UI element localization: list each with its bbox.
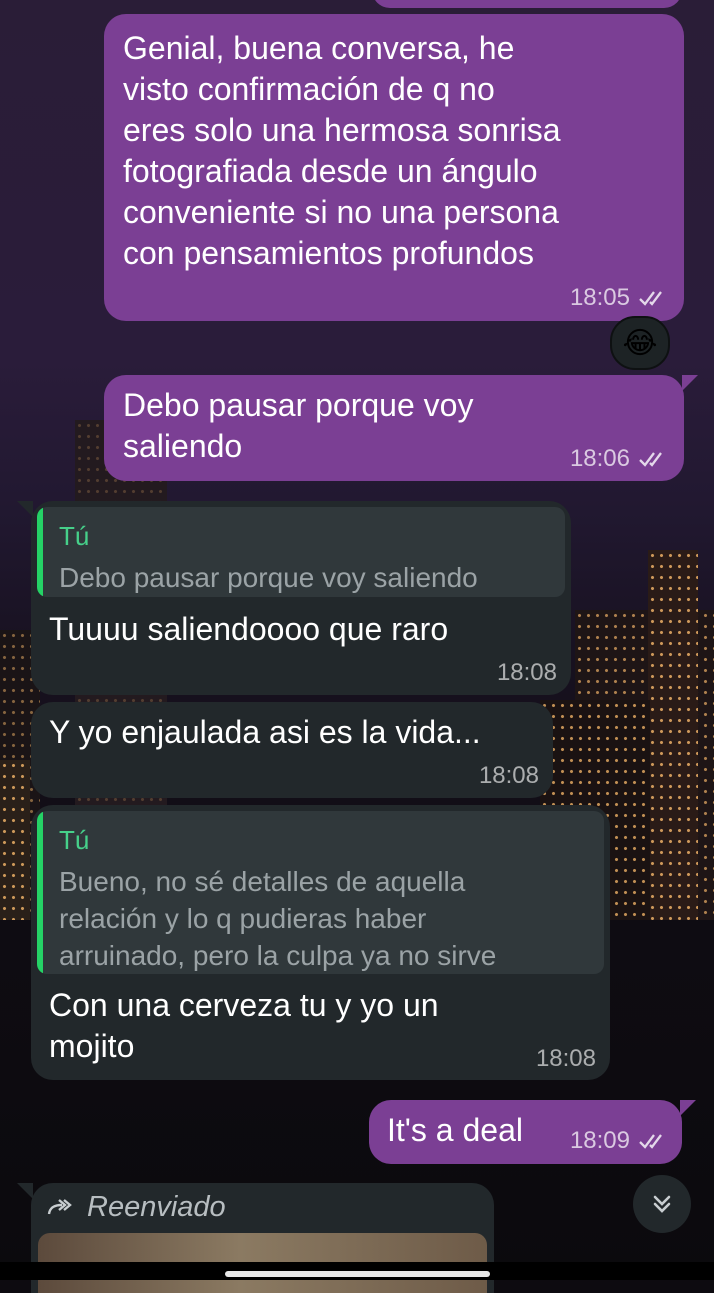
message-text: Y yo enjaulada asi es la vida... xyxy=(49,714,481,750)
message-time: 18:05 xyxy=(569,284,630,311)
message-time: 18:06 xyxy=(569,445,630,472)
bubble-tail xyxy=(680,1100,696,1116)
quote-text: Debo pausar porque voy saliendo xyxy=(59,562,478,593)
message-text: It's a deal xyxy=(387,1112,523,1148)
quoted-message[interactable]: Tú Bueno, no sé detalles de aquella rela… xyxy=(37,811,604,974)
message-text: Genial, buena conversa, he visto confirm… xyxy=(123,30,561,271)
bubble-tail xyxy=(682,375,698,391)
message-bubble-incoming[interactable]: Tú Bueno, no sé detalles de aquella rela… xyxy=(31,805,610,1080)
read-double-check-icon xyxy=(639,291,662,306)
forward-arrow-icon xyxy=(47,1198,72,1214)
message-timestamp: 18:06 xyxy=(570,445,668,473)
message-time: 18:09 xyxy=(569,1127,630,1154)
double-chevron-down-icon xyxy=(653,1195,671,1213)
read-double-check-icon xyxy=(639,1134,662,1149)
read-double-check-icon xyxy=(639,452,662,467)
message-text: Debo pausar porque voy saliendo xyxy=(123,387,474,464)
bubble-tail xyxy=(17,501,33,517)
message-bubble-incoming[interactable]: Tú Debo pausar porque voy saliendo Tuuuu… xyxy=(17,501,571,695)
message-bubble-outgoing[interactable]: Debo pausar porque voy saliendo 18:06 xyxy=(104,375,698,481)
message-timestamp: 18:09 xyxy=(570,1127,668,1155)
message-bubble-outgoing[interactable]: It's a deal 18:09 xyxy=(369,1100,696,1164)
message-timestamp: 18:08 xyxy=(479,762,539,790)
message-bubble-outgoing[interactable]: Genial, buena conversa, he visto confirm… xyxy=(104,14,684,321)
quote-author: Tú xyxy=(59,521,90,551)
scroll-to-bottom-button[interactable] xyxy=(633,1175,691,1233)
quote-accent-bar xyxy=(37,811,43,974)
quote-author: Tú xyxy=(59,825,90,855)
forwarded-header: Reenviado xyxy=(47,1191,226,1224)
message-time: 18:08 xyxy=(478,762,539,789)
message-timestamp: 18:05 xyxy=(570,284,668,312)
message-time: 18:08 xyxy=(496,659,557,686)
forwarded-label: Reenviado xyxy=(87,1191,226,1223)
quote-text: Bueno, no sé detalles de aquella relació… xyxy=(59,866,497,971)
quote-accent-bar xyxy=(37,507,43,597)
laughing-emoji-icon: 😂 xyxy=(622,325,658,361)
message-timestamp: 18:08 xyxy=(536,1045,596,1073)
message-text: Tuuuu saliendoooo que raro xyxy=(49,611,449,647)
home-indicator[interactable] xyxy=(225,1271,490,1277)
message-timestamp: 18:08 xyxy=(497,659,557,687)
message-time: 18:08 xyxy=(535,1045,596,1072)
reaction-badge[interactable]: 😂 xyxy=(610,316,670,370)
message-bubble-incoming[interactable]: Y yo enjaulada asi es la vida... 18:08 xyxy=(31,702,553,798)
quoted-message[interactable]: Tú Debo pausar porque voy saliendo xyxy=(37,507,565,597)
bubble-tail xyxy=(17,1183,33,1199)
message-text: Con una cerveza tu y yo un mojito xyxy=(49,987,439,1064)
previous-message-bubble[interactable] xyxy=(372,0,682,8)
